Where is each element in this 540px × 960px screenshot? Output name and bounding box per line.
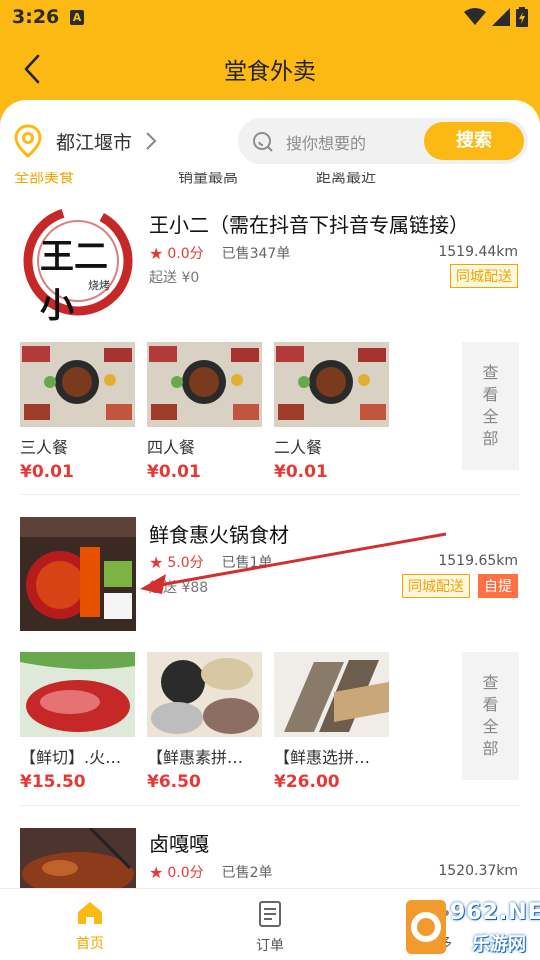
- logo-subtext: 烧烤: [88, 279, 110, 292]
- tab-label: 订单: [256, 938, 284, 954]
- store-logo[interactable]: [20, 517, 136, 631]
- rating-row: ★ 5.0分 已售1单: [149, 552, 273, 572]
- product-price: ¥0.01: [274, 462, 328, 482]
- tab-home[interactable]: 首页: [30, 901, 150, 953]
- distance: 1519.65km: [438, 553, 518, 569]
- product-name: 【鲜惠选拼…: [274, 748, 371, 767]
- tab-label: 首页: [76, 936, 104, 952]
- city-selector[interactable]: 都江堰市: [56, 128, 132, 155]
- status-time: 3:26: [12, 6, 60, 28]
- product-name: 【鲜切】.火…: [20, 748, 122, 767]
- location-pin-icon: [14, 124, 42, 158]
- filter-tab-all[interactable]: 全部美食: [14, 172, 74, 187]
- product-price: ¥0.01: [20, 462, 74, 482]
- store-logo-image: [20, 828, 136, 888]
- view-all-char: 部: [482, 739, 499, 758]
- view-all-button[interactable]: 查 看 全 部: [462, 652, 519, 780]
- order-icon: [259, 901, 281, 927]
- product-price: ¥15.50: [20, 772, 86, 792]
- search-placeholder: 搜你想要的: [286, 134, 367, 153]
- product-image[interactable]: [147, 342, 262, 427]
- filter-tabs: 全部美食 销量最高 距离最近: [0, 172, 540, 188]
- product-name: 二人餐: [274, 438, 323, 457]
- product-price: ¥0.01: [147, 462, 201, 482]
- star-icon: ★: [149, 552, 164, 572]
- product-row: 【鲜切】.火… ¥15.50 【鲜惠素拼… ¥6.50 【鲜惠选拼… ¥26.0…: [20, 652, 389, 792]
- pickup-tag: 自提: [478, 574, 518, 598]
- sold-count: 已售2单: [221, 865, 273, 881]
- notification-icon: A: [70, 10, 84, 25]
- tag-group: 同城配送 自提: [402, 574, 518, 598]
- product-image[interactable]: [147, 652, 262, 737]
- store-name[interactable]: 鲜食惠火锅食材: [149, 519, 289, 548]
- store-name[interactable]: 王小二（需在抖音下抖音专属链接）: [149, 209, 469, 238]
- filter-tab-sales[interactable]: 销量最高: [178, 172, 238, 187]
- tab-orders[interactable]: 订单: [210, 901, 330, 955]
- watermark-logo: 962.NET 乐游网: [400, 898, 540, 956]
- rating-value: 0.0分: [167, 865, 204, 881]
- product-item[interactable]: 【鲜惠选拼… ¥26.00: [274, 652, 389, 792]
- store-logo-image: [20, 517, 136, 631]
- search-icon: [253, 132, 273, 152]
- product-item[interactable]: 【鲜切】.火… ¥15.50: [20, 652, 135, 792]
- rating-value: 0.0分: [167, 246, 204, 262]
- store-logo[interactable]: [20, 828, 136, 888]
- view-all-char: 部: [482, 429, 499, 448]
- tag-group: 同城配送: [450, 264, 518, 288]
- product-image[interactable]: [274, 652, 389, 737]
- product-name: 四人餐: [147, 438, 196, 457]
- store-logo[interactable]: 王二小 烧烤: [20, 203, 136, 326]
- sold-count: 已售347单: [221, 246, 291, 262]
- watermark-brand: 962.NET: [450, 900, 540, 925]
- product-image[interactable]: [274, 342, 389, 427]
- home-icon: [78, 902, 102, 924]
- product-item[interactable]: 二人餐 ¥0.01: [274, 342, 389, 482]
- status-icons: [464, 7, 528, 27]
- watermark-sub: 乐游网: [472, 934, 526, 955]
- product-name: 三人餐: [20, 438, 69, 457]
- product-image[interactable]: [20, 342, 135, 427]
- battery-icon: [516, 7, 528, 27]
- min-order: 起送 ¥88: [149, 580, 209, 596]
- view-all-char: 全: [482, 407, 499, 426]
- page-title: 堂食外卖: [224, 59, 316, 85]
- view-all-char: 查: [482, 363, 499, 382]
- filter-tab-distance[interactable]: 距离最近: [316, 172, 376, 187]
- status-bar: 3:26 A: [0, 0, 540, 36]
- product-image[interactable]: [20, 652, 135, 737]
- star-icon: ★: [149, 862, 164, 882]
- product-price: ¥26.00: [274, 772, 340, 792]
- view-all-button[interactable]: 查 看 全 部: [462, 342, 519, 470]
- divider: [20, 805, 520, 806]
- store-card[interactable]: 卤嘎嘎 ★ 0.0分 已售2单 1520.37km: [0, 828, 540, 888]
- sold-count: 已售1单: [221, 555, 273, 571]
- view-all-char: 全: [482, 717, 499, 736]
- search-input[interactable]: 搜你想要的 搜索: [238, 118, 528, 164]
- rating-row: ★ 0.0分 已售2单: [149, 862, 273, 882]
- distance: 1520.37km: [438, 863, 518, 879]
- chevron-right-icon[interactable]: [144, 130, 158, 152]
- store-name[interactable]: 卤嘎嘎: [149, 828, 209, 857]
- delivery-tag: 同城配送: [450, 264, 518, 288]
- signal-icon: [492, 8, 510, 26]
- view-all-char: 看: [482, 695, 499, 714]
- star-icon: ★: [149, 243, 164, 263]
- view-all-char: 查: [482, 673, 499, 692]
- search-button[interactable]: 搜索: [424, 122, 524, 160]
- min-order: 起送 ¥0: [149, 270, 200, 286]
- distance: 1519.44km: [438, 244, 518, 260]
- rating-value: 5.0分: [167, 555, 204, 571]
- rating-row: ★ 0.0分 已售347单: [149, 243, 290, 263]
- product-row: 三人餐 ¥0.01 四人餐 ¥0.01 二人餐 ¥0.01: [20, 342, 389, 482]
- wifi-icon: [464, 8, 486, 25]
- delivery-tag: 同城配送: [402, 574, 470, 598]
- product-price: ¥6.50: [147, 772, 201, 792]
- view-all-char: 看: [482, 385, 499, 404]
- divider: [20, 494, 520, 495]
- product-item[interactable]: 【鲜惠素拼… ¥6.50: [147, 652, 262, 792]
- product-item[interactable]: 三人餐 ¥0.01: [20, 342, 135, 482]
- product-item[interactable]: 四人餐 ¥0.01: [147, 342, 262, 482]
- product-name: 【鲜惠素拼…: [147, 748, 244, 767]
